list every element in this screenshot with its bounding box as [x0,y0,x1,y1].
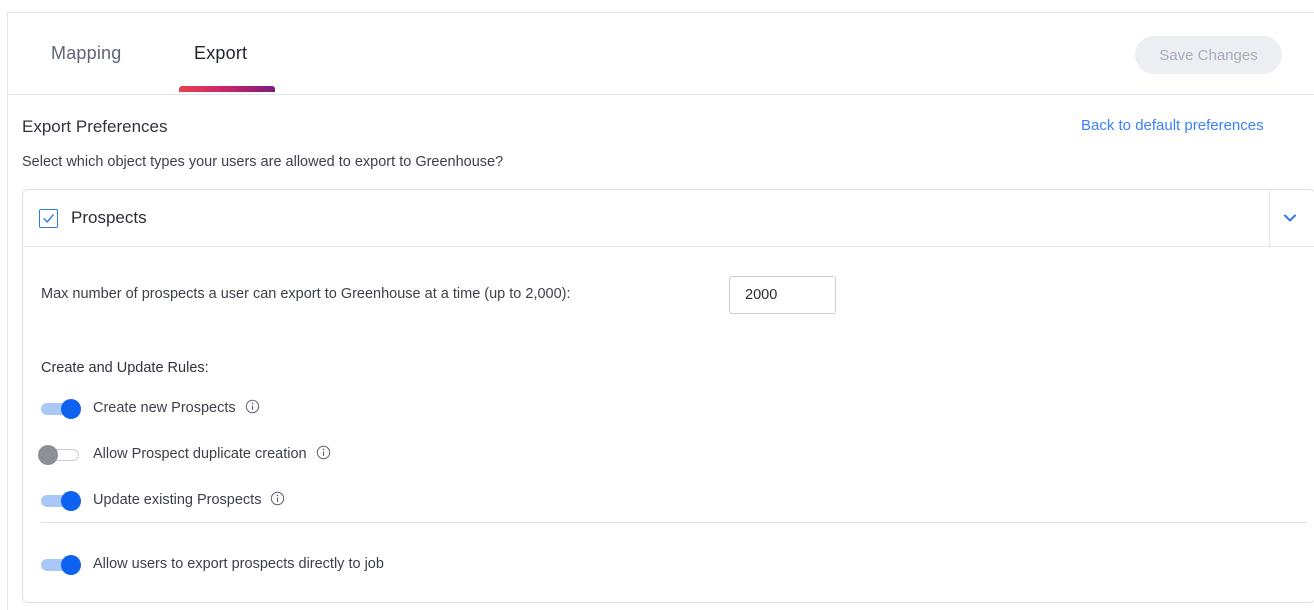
chevron-down-icon[interactable] [1282,212,1298,224]
prospects-card: Prospects Max number of prospects a user… [22,189,1314,603]
max-prospects-label: Max number of prospects a user can expor… [41,286,571,302]
object-types-question: Select which object types your users are… [22,154,504,170]
info-icon[interactable] [245,399,260,414]
rules-heading: Create and Update Rules: [41,360,209,376]
allow-duplicates-toggle[interactable] [38,445,82,465]
create-new-label: Create new Prospects [93,400,236,416]
info-icon[interactable] [316,445,331,460]
info-icon[interactable] [270,491,285,506]
save-changes-button[interactable]: Save Changes [1135,36,1282,74]
active-tab-indicator [179,86,275,92]
export-to-job-toggle[interactable] [38,555,82,575]
tab-export[interactable]: Export [194,43,247,64]
allow-duplicates-label: Allow Prospect duplicate creation [93,446,307,462]
export-preferences-heading: Export Preferences [22,117,168,136]
max-prospects-input[interactable] [729,276,836,314]
tab-bar: Mapping Export Save Changes [8,13,1314,95]
check-icon [43,214,54,223]
prospects-card-header: Prospects [23,190,1314,247]
prospects-title: Prospects [71,208,147,227]
update-existing-toggle[interactable] [38,491,82,511]
tab-mapping[interactable]: Mapping [51,43,121,64]
header-divider [1269,190,1270,246]
rules-divider [41,522,1307,523]
back-to-default-link[interactable]: Back to default preferences [1081,117,1264,134]
prospects-checkbox[interactable] [39,209,58,228]
export-settings-page: Mapping Export Save Changes Export Prefe… [7,12,1314,610]
update-existing-label: Update existing Prospects [93,492,262,508]
create-new-toggle[interactable] [38,399,82,419]
export-to-job-label: Allow users to export prospects directly… [93,556,384,572]
